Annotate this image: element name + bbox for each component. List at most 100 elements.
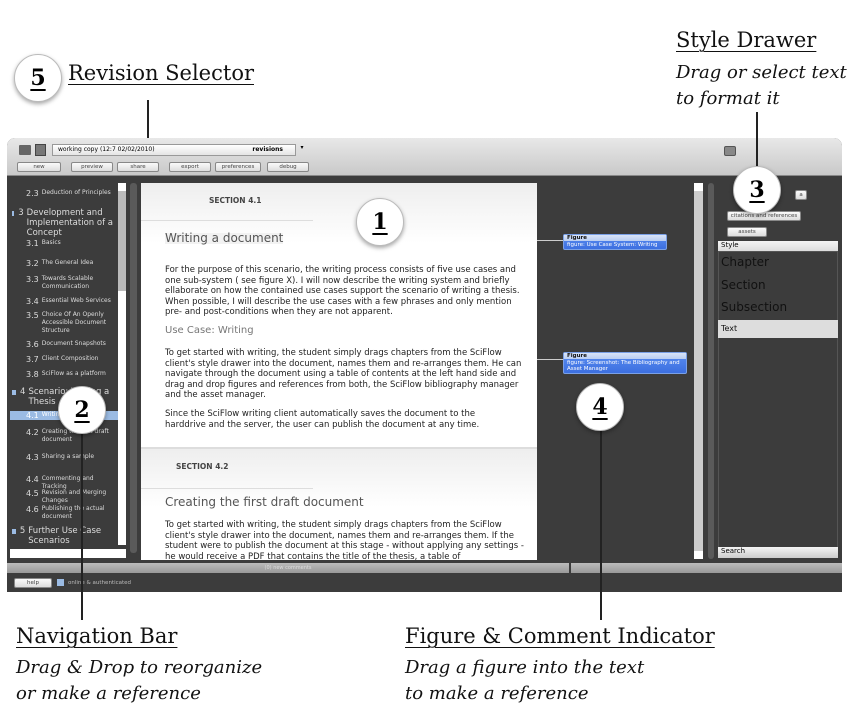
nav-item-label: Development and Implementation of a Conc… <box>26 208 113 238</box>
nav-item[interactable]: 3.2 The General Idea <box>10 259 118 268</box>
annotation-marker-5: 5 <box>14 54 62 102</box>
nav-item[interactable]: 3.5 Choice Of An Openly Accessible Docume… <box>10 311 118 335</box>
online-status: online & authenticated <box>68 580 132 586</box>
revision-selector[interactable]: working copy (12:7 02/02/2010) revisions <box>52 144 296 156</box>
expand-icon[interactable] <box>12 211 15 216</box>
nav-item-number: 5 <box>19 526 26 536</box>
nav-item-label: Document Snapshots <box>41 340 106 347</box>
nav-item-label: Basics <box>41 239 61 246</box>
nav-item-label: Choice Of An Openly Accessible Document … <box>41 311 107 334</box>
nav-item-label: Deduction of Principles <box>41 189 111 196</box>
new-button[interactable]: new <box>17 162 61 172</box>
online-status-icon <box>57 579 64 586</box>
assets-button[interactable]: assets <box>727 227 767 237</box>
nav-item-label: Client Composition <box>41 355 99 362</box>
app-window: working copy (12:7 02/02/2010) revisions… <box>7 138 842 592</box>
nav-item[interactable]: 4.3 Sharing a sample <box>10 453 118 462</box>
annotation-leader-line <box>147 100 149 138</box>
figure-indicator[interactable]: Figure figure: Screenshot: The Bibliograp… <box>563 352 687 374</box>
nav-item[interactable]: 3.6 Document Snapshots <box>10 340 118 349</box>
section-label: SECTION 4.2 <box>176 462 229 471</box>
navigation-bar: 2.3 Deduction of Principles 3 Development a… <box>10 183 118 548</box>
expand-icon[interactable] <box>12 529 16 534</box>
nav-item[interactable]: 4.6 Publishing the actual document <box>10 505 118 521</box>
debug-button[interactable]: debug <box>267 162 309 172</box>
figure-indicator[interactable]: Figure figure: Use Case System: Writing <box>563 234 667 250</box>
nav-item-label: Towards Scalable Communication <box>41 275 94 290</box>
nav-item-number: 3.1 <box>26 239 39 248</box>
paragraph: To get started with writing, the student… <box>165 520 524 560</box>
chevron-down-icon[interactable]: ▾ <box>297 144 307 156</box>
nav-item-number: 3.8 <box>26 370 39 379</box>
nav-item-number: 4.2 <box>26 428 39 437</box>
annotation-title-navigation-bar: Navigation Bar <box>16 624 178 648</box>
section-label: SECTION 4.1 <box>209 196 262 205</box>
nav-item[interactable]: 3 Development and Implementation of a Con… <box>10 208 118 238</box>
nav-item-number: 3.3 <box>26 275 39 284</box>
search-field[interactable]: Search <box>718 547 838 558</box>
figure-connector <box>537 240 563 241</box>
expand-icon[interactable] <box>12 390 17 395</box>
nav-item[interactable]: 2.3 Deduction of Principles <box>10 189 118 198</box>
nav-item[interactable]: 3.7 Client Composition <box>10 355 118 364</box>
preferences-button[interactable]: preferences <box>215 162 261 172</box>
nav-item-label: The General Idea <box>41 259 94 266</box>
nav-item-number: 4.5 <box>26 489 39 498</box>
nav-scrollbar[interactable] <box>118 183 126 545</box>
nav-item[interactable]: 4.2Creating the first draft document <box>10 428 118 444</box>
nav-item-label: Essential Web Services <box>41 297 111 304</box>
splitter-handle[interactable] <box>130 183 137 553</box>
comments-bar[interactable]: (0) new comments <box>7 563 569 573</box>
nav-item[interactable]: 3.8 SciFlow as a platform <box>10 370 118 379</box>
toolbar: working copy (12:7 02/02/2010) revisions… <box>7 138 842 176</box>
nav-item-label: Further Use Case Scenarios <box>28 526 102 546</box>
annotation-leader-line <box>600 420 602 620</box>
paragraph: Since the SciFlow writing client automat… <box>165 409 480 430</box>
nav-item-number: 4 <box>20 387 26 397</box>
annotation-title-revision-selector: Revision Selector <box>68 61 254 85</box>
divider <box>141 488 313 489</box>
figure-connector <box>537 359 563 360</box>
nav-item[interactable]: 5 Further Use Case Scenarios <box>10 526 118 546</box>
style-chapter[interactable]: Chapter <box>718 255 838 269</box>
nav-horizontal-scrollbar[interactable] <box>10 549 126 558</box>
splitter-handle[interactable] <box>708 183 714 559</box>
nav-item[interactable]: 3.1 Basics <box>10 239 118 248</box>
nav-item-number: 4.1 <box>26 411 39 420</box>
nav-item-number: 4.6 <box>26 505 39 514</box>
subsection-title: Use Case: Writing <box>165 325 254 336</box>
nav-item-number: 3.6 <box>26 340 39 349</box>
share-button[interactable]: share <box>117 162 159 172</box>
nav-item-number: 3.4 <box>26 297 39 306</box>
nav-item[interactable]: 4.5 Revision and Merging Changes <box>10 489 118 505</box>
style-header: Style <box>718 241 838 251</box>
section-title: Creating the first draft document <box>165 495 364 509</box>
annotation-desc-style-drawer: Drag or select text to format it <box>676 62 847 109</box>
nav-item-label: SciFlow as a platform <box>41 370 106 377</box>
nav-item-number: 3 <box>18 208 24 218</box>
drawer-small-button[interactable]: a <box>795 190 807 200</box>
style-section[interactable]: Section <box>718 278 838 292</box>
style-text[interactable]: Text <box>718 320 838 338</box>
nav-item[interactable]: 3.3 Towards Scalable Communication <box>10 275 118 291</box>
settings-icon[interactable] <box>724 146 736 156</box>
style-drawer <box>718 251 838 556</box>
nav-item-number: 3.7 <box>26 355 39 364</box>
document-editor[interactable]: SECTION 4.1 Writing a document For the p… <box>141 183 537 560</box>
save-disk-icon[interactable] <box>35 144 46 156</box>
section-title: Writing a document <box>165 231 284 245</box>
nav-item-label: Publishing the actual document <box>41 505 105 520</box>
style-subsection[interactable]: Subsection <box>718 300 838 314</box>
open-folder-icon[interactable] <box>19 145 31 155</box>
nav-item-label: Sharing a sample <box>41 453 95 460</box>
nav-item[interactable]: 3.4 Essential Web Services <box>10 297 118 306</box>
annotation-desc-figure-indicator: Drag a figure into the text to make a ref… <box>405 657 645 704</box>
annotation-marker-1: 1 <box>356 198 404 246</box>
annotation-title-style-drawer: Style Drawer <box>676 28 817 52</box>
help-button[interactable]: help <box>14 578 52 588</box>
comments-bar-right <box>571 563 842 573</box>
preview-button[interactable]: preview <box>71 162 113 172</box>
export-button[interactable]: export <box>169 162 211 172</box>
document-scrollbar[interactable] <box>694 183 703 559</box>
revision-value: working copy (12:7 02/02/2010) <box>58 146 155 153</box>
